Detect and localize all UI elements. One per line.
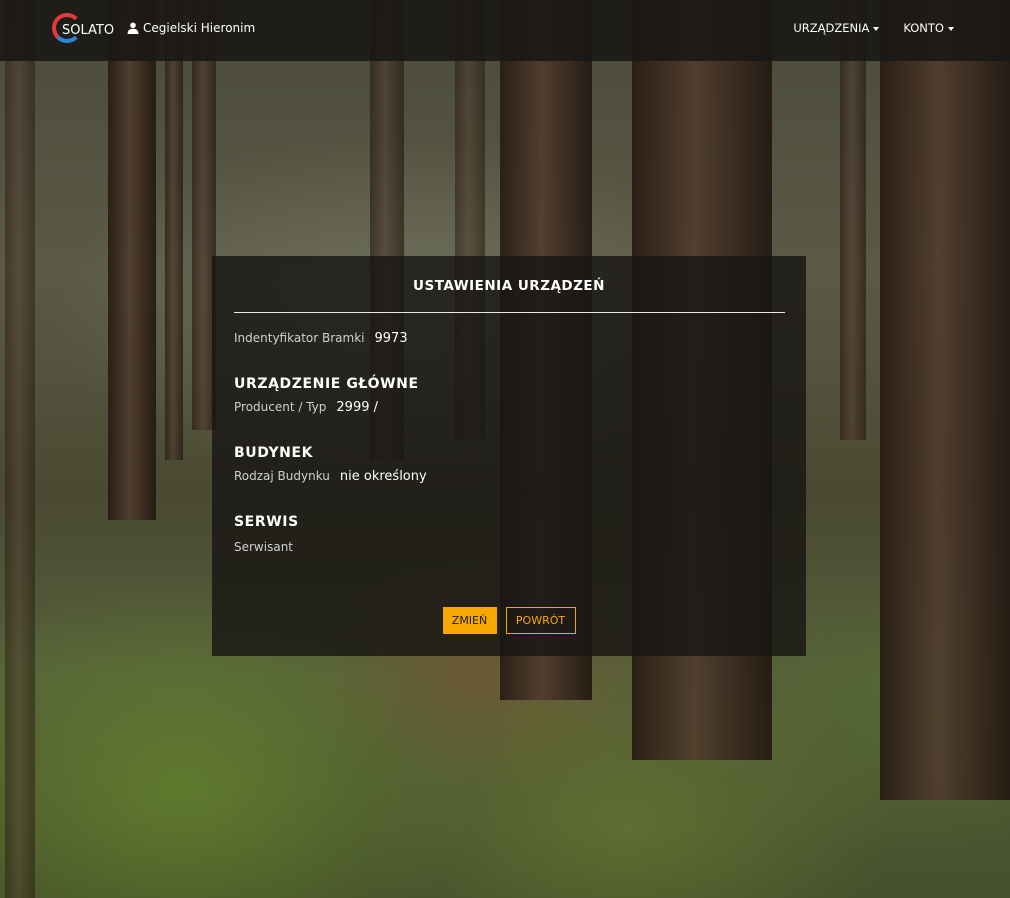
user-name: Cegielski Hieronim [143, 21, 256, 35]
title-divider [234, 312, 785, 313]
caret-down-icon [948, 27, 954, 31]
manufacturer-label: Producent / Typ [234, 400, 327, 414]
building-type-label: Rodzaj Budynku [234, 469, 330, 483]
service-technician-label: Serwisant [234, 540, 293, 554]
solato-logo[interactable]: SOLATO [52, 13, 114, 49]
gateway-id-label: Indentyfikator Bramki [234, 331, 365, 345]
tree-trunk [108, 0, 156, 520]
service-technician-row: Serwisant [234, 540, 293, 554]
back-button[interactable]: POWRÓT [505, 607, 576, 634]
top-navbar: SOLATO Cegielski Hieronim URZĄDZENIA KON… [0, 0, 1010, 61]
main-device-heading: URZĄDZENIE GŁÓWNE [234, 376, 419, 392]
tree-trunk [165, 0, 183, 460]
nav-dropdown-account[interactable]: KONTO [903, 21, 954, 35]
gateway-id-row: Indentyfikator Bramki 9973 [234, 331, 408, 346]
building-type-value: nie określony [339, 469, 427, 484]
building-type-row: Rodzaj Budynku nie określony [234, 469, 427, 484]
caret-down-icon [873, 27, 880, 31]
tree-trunk [5, 0, 35, 898]
service-heading: SERWIS [234, 514, 299, 530]
manufacturer-value: 2999 / [336, 400, 379, 415]
change-button[interactable]: ZMIEŃ [442, 607, 497, 634]
logo-text: SOLATO [62, 23, 115, 38]
tree-trunk [840, 0, 866, 440]
current-user[interactable]: Cegielski Hieronim [127, 21, 255, 35]
nav-menu: URZĄDZENIA KONTO [793, 21, 954, 35]
user-icon [127, 22, 139, 34]
device-settings-panel: USTAWIENIA URZĄDZEŃ Indentyfikator Bramk… [212, 256, 806, 656]
building-heading: BUDYNEK [234, 445, 314, 461]
panel-title: USTAWIENIA URZĄDZEŃ [413, 278, 605, 294]
manufacturer-row: Producent / Typ 2999 / [234, 400, 378, 415]
panel-actions: ZMIEŃ POWRÓT [212, 607, 806, 634]
nav-account-label: KONTO [903, 21, 944, 35]
nav-dropdown-devices[interactable]: URZĄDZENIA [793, 21, 880, 35]
gateway-id-value: 9973 [374, 331, 408, 346]
nav-devices-label: URZĄDZENIA [793, 21, 870, 35]
tree-trunk [880, 0, 1010, 800]
